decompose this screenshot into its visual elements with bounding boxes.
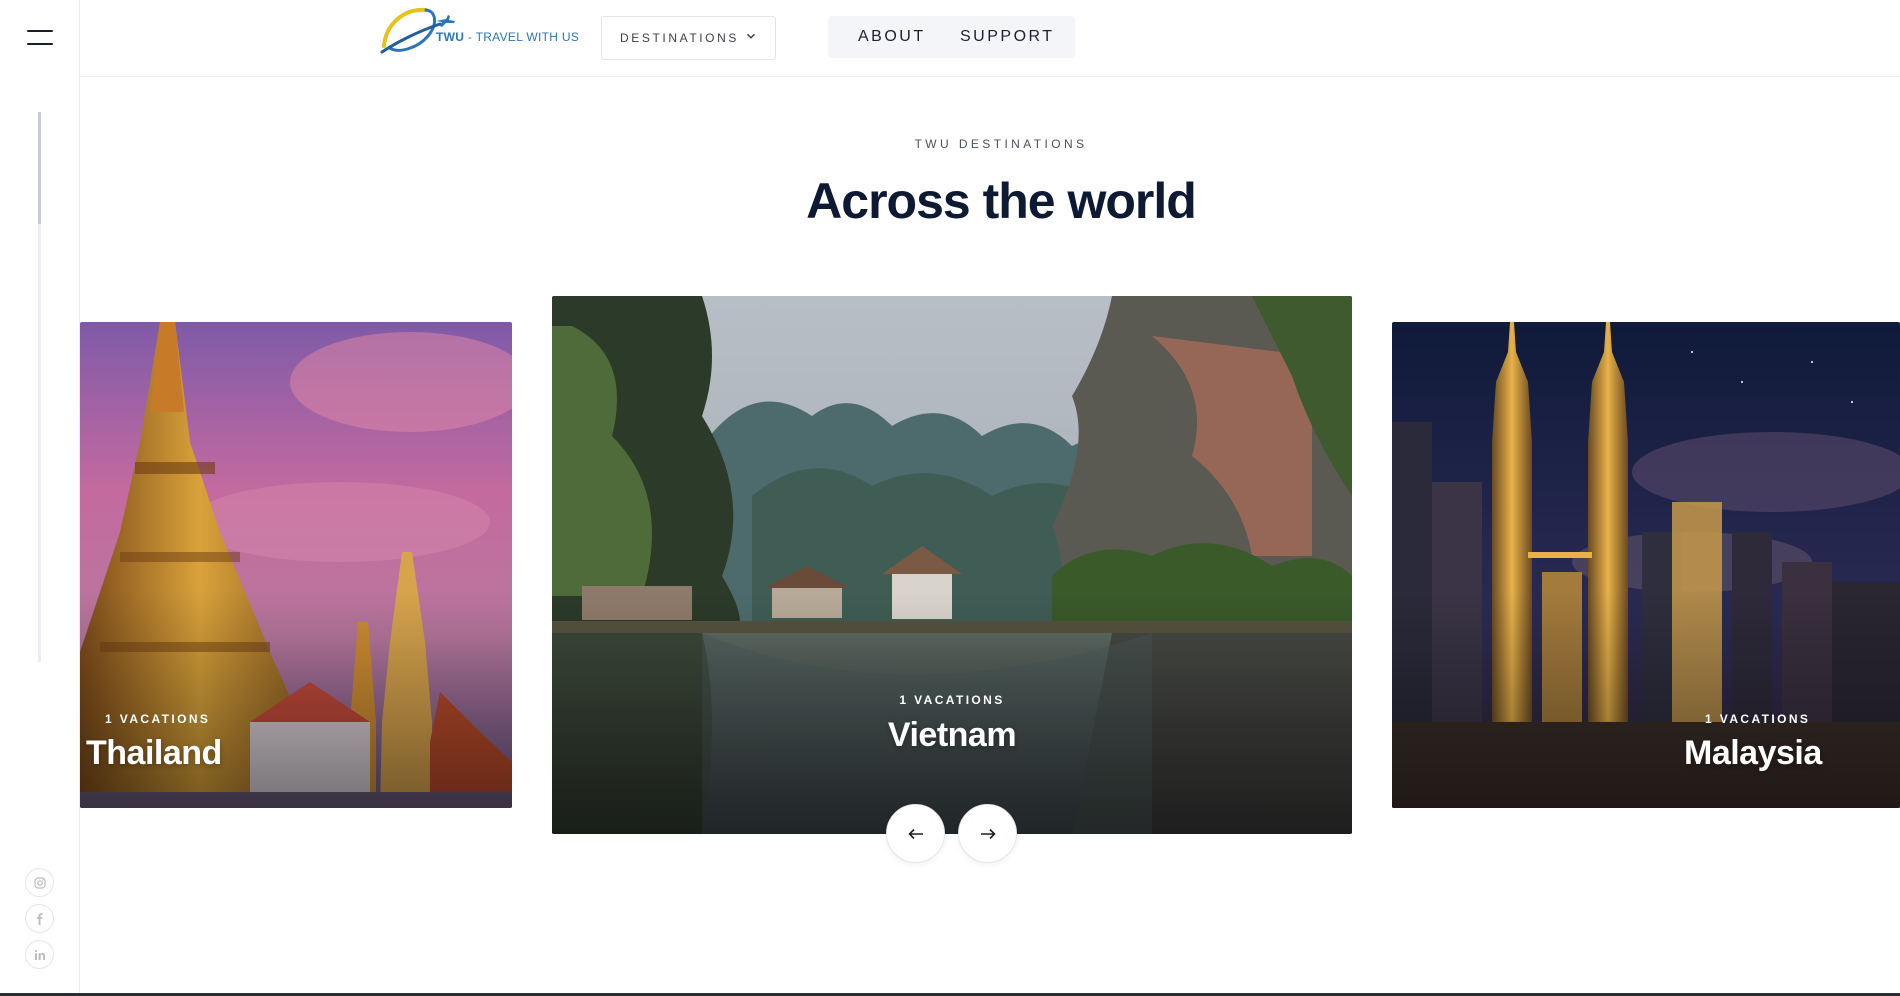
previous-slide-button[interactable] (886, 804, 945, 863)
arrow-right-icon (980, 828, 996, 839)
next-slide-button[interactable] (958, 804, 1017, 863)
eyebrow-text: TWU DESTINATIONS (914, 137, 1088, 151)
instagram-icon[interactable] (25, 868, 54, 897)
linkedin-icon[interactable] (25, 940, 54, 969)
logo-tagline: - TRAVEL WITH US (467, 30, 580, 44)
card-shade (80, 589, 512, 808)
destination-name: Thailand (86, 734, 222, 772)
title-text: Across the world (806, 173, 1197, 229)
destination-name: Vietnam (887, 716, 1017, 754)
chevron-down-icon (746, 33, 756, 39)
vacations-count: 1 VACATIONS (105, 712, 211, 726)
nav-about-link[interactable]: ABOUT (848, 16, 936, 58)
logo-bold: TWU (436, 30, 465, 44)
vacations-count: 1 VACATIONS (1705, 712, 1811, 726)
destination-name: Malaysia (1684, 734, 1822, 772)
main-nav: ABOUT SUPPORT (828, 16, 1075, 58)
section-eyebrow: TWU DESTINATIONS (0, 137, 1900, 151)
section-title: Across the world (0, 172, 1900, 230)
destination-card-thailand[interactable]: 1 VACATIONS Thailand (80, 322, 512, 808)
destination-card-vietnam[interactable]: 1 VACATIONS Vietnam (552, 296, 1352, 834)
nav-support-link[interactable]: SUPPORT (950, 16, 1065, 58)
destinations-label: DESTINATIONS (620, 31, 739, 45)
destinations-dropdown[interactable]: DESTINATIONS (601, 16, 776, 60)
card-shade (1392, 589, 1900, 808)
vacations-count: 1 VACATIONS (899, 693, 1005, 707)
logo-text: TWU - TRAVEL WITH US (436, 30, 579, 44)
card-shade (552, 591, 1352, 834)
menu-icon[interactable] (27, 29, 53, 47)
top-header: TWU - TRAVEL WITH US DESTINATIONS ABOUT … (80, 0, 1900, 77)
destination-card-malaysia[interactable]: 1 VACATIONS Malaysia (1392, 322, 1900, 808)
arrow-left-icon (907, 828, 923, 839)
logo[interactable]: TWU - TRAVEL WITH US (380, 2, 580, 56)
facebook-icon[interactable] (25, 904, 54, 933)
